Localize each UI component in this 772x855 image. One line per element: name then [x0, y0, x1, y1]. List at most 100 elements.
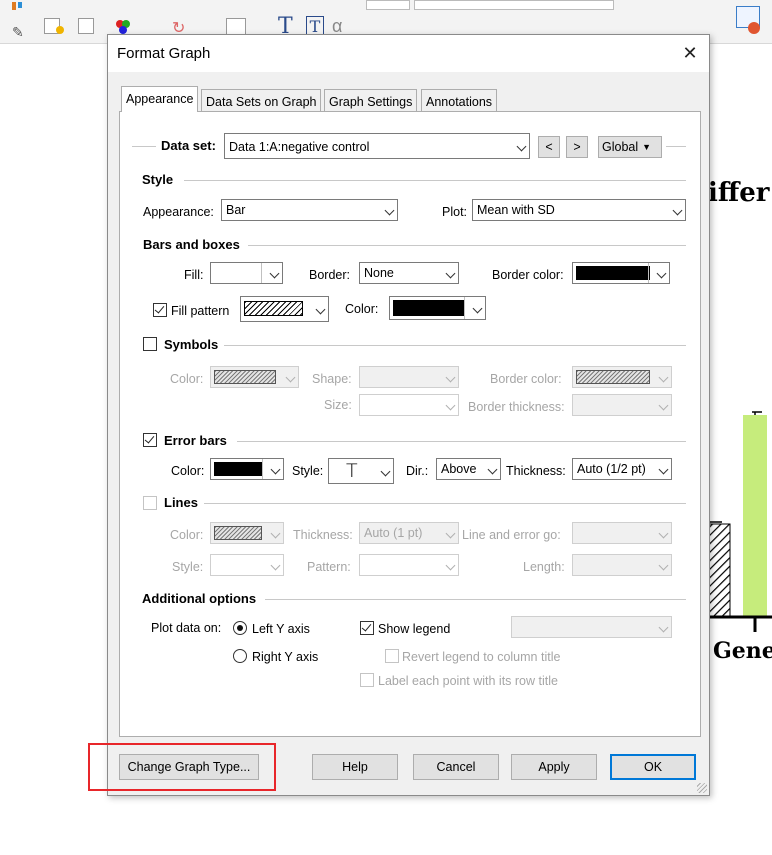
pattern-swatch [214, 526, 262, 540]
fill-pattern-label: Fill pattern [171, 304, 230, 318]
help-button[interactable]: Help [312, 754, 398, 780]
symbols-header: Symbols [164, 337, 219, 352]
pattern-color-label: Color: [345, 302, 379, 316]
font-name-field[interactable] [414, 0, 614, 10]
export-icon[interactable] [726, 2, 766, 38]
graph-title-fragment: iffer [708, 178, 770, 208]
tab-graph-settings[interactable]: Graph Settings [324, 89, 418, 111]
highlight-box [88, 743, 276, 791]
text-icon[interactable]: T [276, 2, 302, 39]
chart-icon[interactable]: ✎ [8, 2, 34, 40]
shape-select[interactable] [359, 366, 459, 388]
fill-label: Fill: [184, 268, 204, 282]
line-error-select[interactable] [572, 522, 672, 544]
border-thickness-select[interactable] [572, 394, 672, 416]
lines-style-select[interactable] [210, 554, 284, 576]
error-thickness-label: Thickness: [506, 464, 566, 478]
error-style-select[interactable]: T [328, 458, 394, 484]
fill-pattern-checkbox[interactable] [153, 303, 167, 317]
border-label: Border: [309, 268, 350, 282]
chevron-down-icon [445, 268, 456, 279]
size-select[interactable] [359, 394, 459, 416]
black-swatch [576, 266, 650, 280]
data-set-label: Data set: [161, 138, 216, 153]
chevron-down-icon [658, 622, 669, 633]
line-error-label: Line and error go: [462, 528, 561, 542]
error-bars-checkbox[interactable] [143, 433, 157, 447]
chevron-down-icon [658, 560, 669, 571]
error-color-select[interactable] [210, 458, 284, 480]
appearance-label: Appearance: [143, 205, 214, 219]
cancel-button[interactable]: Cancel [413, 754, 499, 780]
symbols-color-select[interactable] [210, 366, 299, 388]
resize-graph-icon[interactable] [76, 2, 102, 38]
plot-select[interactable]: Mean with SD [472, 199, 686, 221]
chevron-down-icon [658, 464, 669, 475]
shape-label: Shape: [312, 372, 352, 386]
lines-color-select[interactable] [210, 522, 284, 544]
checkmark-icon [144, 433, 155, 444]
textbox-icon[interactable]: T [304, 2, 330, 38]
greek-icon[interactable]: α [330, 2, 356, 38]
left-axis-radio[interactable] [233, 621, 247, 635]
checkmark-icon [361, 621, 372, 632]
black-swatch [393, 300, 465, 316]
revert-legend-checkbox[interactable] [385, 649, 399, 663]
color-scheme-icon[interactable] [112, 2, 138, 38]
lines-pattern-select[interactable] [359, 554, 459, 576]
tab-appearance[interactable]: Appearance [121, 86, 199, 112]
right-axis-label: Right Y axis [252, 650, 319, 664]
chevron-down-icon [658, 528, 669, 539]
next-data-set-button[interactable]: > [566, 136, 588, 158]
apply-button[interactable]: Apply [511, 754, 597, 780]
error-bars-header: Error bars [164, 433, 227, 448]
tab-data-sets-on-graph[interactable]: Data Sets on Graph [201, 89, 322, 111]
lines-length-select[interactable] [572, 554, 672, 576]
add-graph-icon[interactable] [42, 2, 68, 38]
revert-legend-label: Revert legend to column title [402, 650, 561, 664]
show-legend-checkbox[interactable] [360, 621, 374, 635]
chevron-down-icon [516, 141, 527, 152]
caret-down-icon: ▼ [642, 142, 651, 152]
lines-color-label: Color: [170, 528, 204, 542]
tab-annotations[interactable]: Annotations [421, 89, 498, 111]
size-label: Size: [324, 398, 352, 412]
prev-data-set-button[interactable]: < [538, 136, 560, 158]
lines-style-label: Style: [172, 560, 204, 574]
fill-color-select[interactable] [210, 262, 283, 284]
graph-x-label-fragment: Gene [713, 638, 772, 664]
chevron-down-icon [445, 372, 456, 383]
fill-pattern-select[interactable] [240, 296, 329, 322]
data-set-select[interactable]: Data 1:A:negative control [224, 133, 530, 159]
close-icon[interactable]: ✕ [678, 41, 702, 65]
border-select[interactable]: None [359, 262, 459, 284]
label-points-checkbox[interactable] [360, 673, 374, 687]
global-button[interactable]: Global ▼ [598, 136, 662, 158]
error-style-value: T [346, 460, 358, 482]
legend-position-select[interactable] [511, 616, 672, 638]
symbols-checkbox[interactable] [143, 337, 157, 351]
rotate-icon[interactable]: ↻ [170, 2, 196, 38]
symbols-border-color-label: Border color: [490, 372, 562, 386]
resize-grip-icon[interactable] [697, 783, 707, 793]
chevron-down-icon [270, 464, 281, 475]
appearance-select[interactable]: Bar [221, 199, 398, 221]
lines-thickness-select[interactable]: Auto (1 pt) [359, 522, 459, 544]
dialog-titlebar[interactable]: Format Graph ✕ [108, 35, 709, 72]
symbols-border-color-select[interactable] [572, 366, 672, 388]
pattern-color-select[interactable] [389, 296, 486, 320]
chevron-down-icon [285, 372, 296, 383]
border-color-select[interactable] [572, 262, 670, 284]
chevron-down-icon [270, 560, 281, 571]
chevron-down-icon [270, 528, 281, 539]
lines-checkbox[interactable] [143, 496, 157, 510]
right-axis-radio[interactable] [233, 649, 247, 663]
chevron-down-icon [658, 400, 669, 411]
direction-select[interactable]: Above [436, 458, 501, 480]
error-thickness-select[interactable]: Auto (1/2 pt) [572, 458, 672, 480]
border-thickness-label: Border thickness: [468, 400, 565, 414]
format-graph-dialog: Format Graph ✕ Appearance Data Sets on G… [107, 34, 710, 796]
shape-icon[interactable] [224, 2, 250, 38]
font-size-field[interactable] [366, 0, 410, 10]
ok-button[interactable]: OK [610, 754, 696, 780]
